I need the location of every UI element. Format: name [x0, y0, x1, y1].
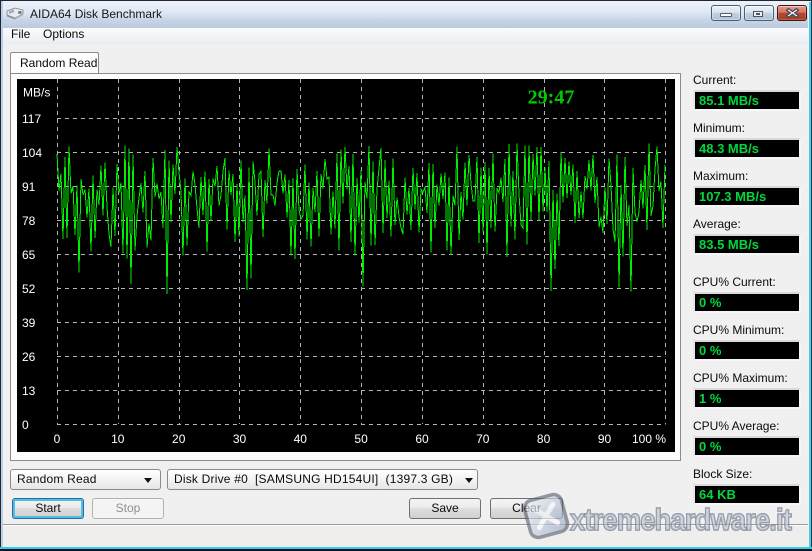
svg-text:104: 104	[22, 146, 42, 160]
svg-text:10: 10	[111, 432, 125, 446]
svg-text:39: 39	[22, 316, 36, 330]
svg-text:70: 70	[476, 432, 490, 446]
svg-text:xtremehardware.it: xtremehardware.it	[570, 502, 792, 537]
svg-text:52: 52	[22, 282, 36, 296]
svg-text:0: 0	[54, 432, 61, 446]
svg-text:40: 40	[294, 432, 308, 446]
svg-text:30: 30	[233, 432, 247, 446]
svg-text:13: 13	[22, 384, 36, 398]
svg-text:91: 91	[22, 180, 36, 194]
svg-text:100 %: 100 %	[632, 432, 666, 446]
svg-text:0: 0	[22, 418, 29, 432]
svg-text:26: 26	[22, 350, 36, 364]
svg-text:90: 90	[598, 432, 612, 446]
svg-text:60: 60	[415, 432, 429, 446]
svg-text:50: 50	[354, 432, 368, 446]
svg-text:MB/s: MB/s	[23, 86, 50, 100]
svg-text:80: 80	[537, 432, 551, 446]
svg-text:117: 117	[22, 112, 41, 126]
svg-text:65: 65	[22, 248, 36, 262]
svg-text:20: 20	[172, 432, 186, 446]
svg-text:78: 78	[22, 214, 36, 228]
svg-text:29:47: 29:47	[528, 87, 575, 109]
